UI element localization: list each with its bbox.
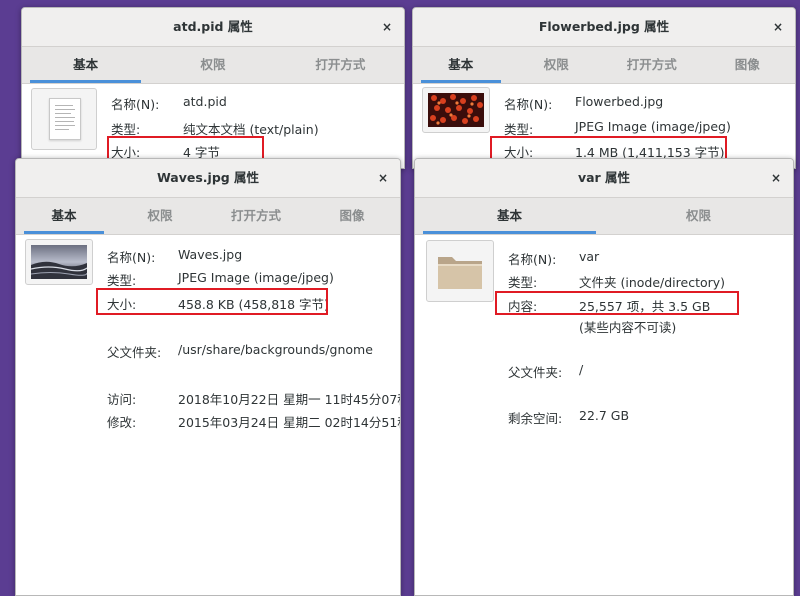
window-title: var 属性 <box>577 170 631 185</box>
type-value: JPEG Image (image/jpeg) <box>575 119 731 134</box>
size-highlight <box>96 288 328 315</box>
close-icon[interactable]: × <box>773 8 783 46</box>
image-thumbnail <box>25 239 93 285</box>
name-label: 名称(N): <box>508 252 557 267</box>
window-titlebar[interactable]: Waves.jpg 属性 × <box>16 159 400 198</box>
tab-permissions[interactable]: 权限 <box>112 198 208 234</box>
window-title: atd.pid 属性 <box>173 19 253 34</box>
close-icon[interactable]: × <box>771 159 781 197</box>
tab-bar: 基本 权限 打开方式 图像 <box>413 47 795 84</box>
window-title: Flowerbed.jpg 属性 <box>538 19 670 34</box>
tab-basic[interactable]: 基本 <box>415 198 604 234</box>
modified-value: 2015年03月24日 星期二 02时14分51秒 <box>178 415 401 430</box>
tab-basic[interactable]: 基本 <box>22 47 149 83</box>
size-highlight <box>107 136 264 160</box>
atd-properties-window: atd.pid 属性 × 基本 权限 打开方式 名称(N): atd.pid 类… <box>21 7 405 169</box>
tab-open-with[interactable]: 打开方式 <box>208 198 304 234</box>
window-titlebar[interactable]: var 属性 × <box>415 159 793 198</box>
parent-folder-label: 父文件夹: <box>107 345 162 360</box>
accessed-label: 访问: <box>107 392 137 407</box>
close-icon[interactable]: × <box>378 159 388 197</box>
type-label: 类型: <box>508 275 538 290</box>
type-label: 类型: <box>107 273 137 288</box>
parent-folder-label: 父文件夹: <box>508 365 563 380</box>
tab-basic[interactable]: 基本 <box>413 47 509 83</box>
name-value[interactable]: var <box>579 249 599 264</box>
name-value[interactable]: Waves.jpg <box>178 247 242 262</box>
parent-folder-value[interactable]: / <box>579 362 583 377</box>
tab-open-with[interactable]: 打开方式 <box>277 47 404 83</box>
tab-open-with[interactable]: 打开方式 <box>604 47 700 83</box>
close-icon[interactable]: × <box>382 8 392 46</box>
tab-image[interactable]: 图像 <box>304 198 400 234</box>
type-value: JPEG Image (image/jpeg) <box>178 270 334 285</box>
window-title: Waves.jpg 属性 <box>156 170 260 185</box>
name-label: 名称(N): <box>504 97 553 112</box>
free-space-value: 22.7 GB <box>579 408 630 423</box>
text-file-icon <box>31 88 97 150</box>
folder-icon <box>426 240 494 302</box>
window-titlebar[interactable]: atd.pid 属性 × <box>22 8 404 47</box>
type-value: 文件夹 (inode/directory) <box>579 275 726 290</box>
accessed-value: 2018年10月22日 星期一 11时45分07秒 <box>178 392 401 407</box>
image-thumbnail <box>422 87 490 133</box>
free-space-label: 剩余空间: <box>508 411 563 426</box>
contents-highlight <box>495 291 739 315</box>
name-label: 名称(N): <box>111 97 160 112</box>
name-label: 名称(N): <box>107 250 156 265</box>
tab-permissions[interactable]: 权限 <box>149 47 276 83</box>
tab-permissions[interactable]: 权限 <box>604 198 793 234</box>
name-value[interactable]: atd.pid <box>183 94 227 109</box>
tab-permissions[interactable]: 权限 <box>509 47 605 83</box>
tab-bar: 基本 权限 <box>415 198 793 235</box>
window-titlebar[interactable]: Flowerbed.jpg 属性 × <box>413 8 795 47</box>
tab-basic[interactable]: 基本 <box>16 198 112 234</box>
tab-bar: 基本 权限 打开方式 图像 <box>16 198 400 235</box>
contents-note: (某些内容不可读) <box>579 320 677 335</box>
parent-folder-value[interactable]: /usr/share/backgrounds/gnome <box>178 342 373 357</box>
tab-image[interactable]: 图像 <box>700 47 796 83</box>
tab-bar: 基本 权限 打开方式 <box>22 47 404 84</box>
flowerbed-properties-window: Flowerbed.jpg 属性 × 基本 权限 打开方式 图像 名称(N): … <box>412 7 796 169</box>
modified-label: 修改: <box>107 415 137 430</box>
waves-properties-window: Waves.jpg 属性 × 基本 权限 打开方式 图像 名称(N): Wave… <box>15 158 401 596</box>
name-value[interactable]: Flowerbed.jpg <box>575 94 663 109</box>
size-highlight <box>490 136 727 160</box>
var-properties-window: var 属性 × 基本 权限 名称(N): var 类型: 文件夹 (inode… <box>414 158 794 596</box>
